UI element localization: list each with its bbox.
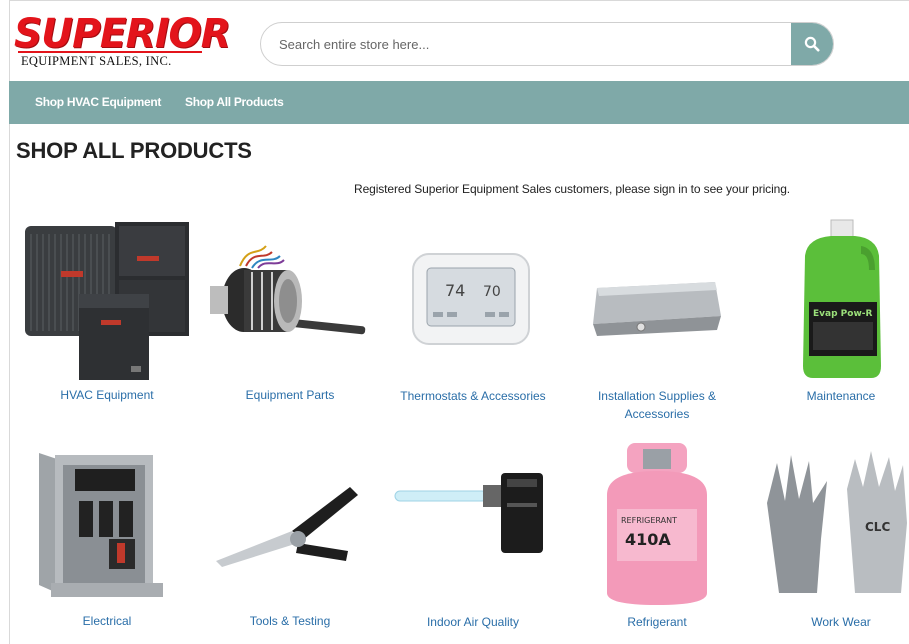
category-label[interactable]: Thermostats & Accessories bbox=[383, 387, 563, 405]
category-tile-maintenance[interactable]: Evap Pow-R Maintenance bbox=[751, 216, 909, 416]
hvac-units-image bbox=[25, 222, 189, 380]
category-label[interactable]: Maintenance bbox=[751, 387, 909, 405]
category-label[interactable]: Tools & Testing bbox=[200, 612, 380, 630]
category-tile-indoor-air-quality[interactable]: Indoor Air Quality bbox=[383, 443, 563, 643]
tank-label: REFRIGERANT bbox=[621, 516, 677, 525]
drain-pan-image bbox=[593, 282, 721, 336]
cleaner-jug-image: Evap Pow-R bbox=[803, 219, 881, 378]
nav-item-shop-hvac[interactable]: Shop HVAC Equipment bbox=[35, 95, 161, 109]
disconnect-box-image bbox=[39, 453, 163, 597]
category-tile-electrical[interactable]: Electrical bbox=[17, 443, 197, 643]
site-logo[interactable]: SUPERIOR EQUIPMENT SALES, INC. bbox=[14, 14, 231, 70]
search-bar bbox=[260, 22, 834, 66]
refrigerant-tank-image: REFRIGERANT 410A bbox=[607, 443, 707, 605]
search-icon bbox=[804, 36, 820, 52]
category-tile-refrigerant[interactable]: REFRIGERANT 410A Refrigerant bbox=[567, 443, 747, 643]
page-title: SHOP ALL PRODUCTS bbox=[16, 138, 252, 163]
category-tile-hvac-equipment[interactable]: HVAC Equipment bbox=[17, 216, 197, 416]
logo-subtitle: EQUIPMENT SALES, INC. bbox=[21, 54, 172, 68]
uv-light-image bbox=[394, 473, 543, 553]
logo-divider bbox=[18, 51, 202, 53]
pricing-notice: Registered Superior Equipment Sales cust… bbox=[354, 182, 791, 196]
thermostat-temp-1: 74 bbox=[445, 281, 465, 300]
category-label[interactable]: Electrical bbox=[17, 612, 197, 630]
category-label[interactable]: Refrigerant bbox=[567, 613, 747, 631]
gloves-image: CLC bbox=[767, 451, 907, 593]
category-label[interactable]: Indoor Air Quality bbox=[383, 613, 563, 631]
tank-type: 410A bbox=[625, 530, 671, 549]
nav-item-shop-all[interactable]: Shop All Products bbox=[185, 95, 284, 109]
category-tile-thermostats[interactable]: 74 70 Thermostats & Accessories bbox=[383, 216, 563, 416]
snips-tool-image bbox=[216, 487, 358, 567]
category-label[interactable]: Equipment Parts bbox=[200, 386, 380, 404]
category-tile-installation-supplies[interactable]: Installation Supplies & Accessories bbox=[567, 216, 747, 421]
search-input[interactable] bbox=[261, 23, 791, 65]
category-tile-work-wear[interactable]: CLC Work Wear bbox=[751, 443, 909, 643]
category-label[interactable]: HVAC Equipment bbox=[17, 386, 197, 404]
category-tile-tools-testing[interactable]: Tools & Testing bbox=[200, 443, 380, 643]
logo-wordmark: SUPERIOR bbox=[14, 11, 231, 57]
thermostat-temp-2: 70 bbox=[483, 284, 501, 300]
motor-image bbox=[210, 245, 366, 335]
category-tile-equipment-parts[interactable]: Equipment Parts bbox=[200, 216, 380, 416]
glove-brand: CLC bbox=[865, 520, 890, 534]
category-label[interactable]: Installation Supplies & Accessories bbox=[567, 387, 747, 423]
jug-label: Evap Pow-R bbox=[813, 309, 872, 319]
main-nav: Shop HVAC Equipment Shop All Products bbox=[9, 81, 909, 124]
category-label[interactable]: Work Wear bbox=[751, 613, 909, 631]
thermostat-image: 74 70 bbox=[412, 253, 530, 345]
search-button[interactable] bbox=[791, 23, 833, 65]
